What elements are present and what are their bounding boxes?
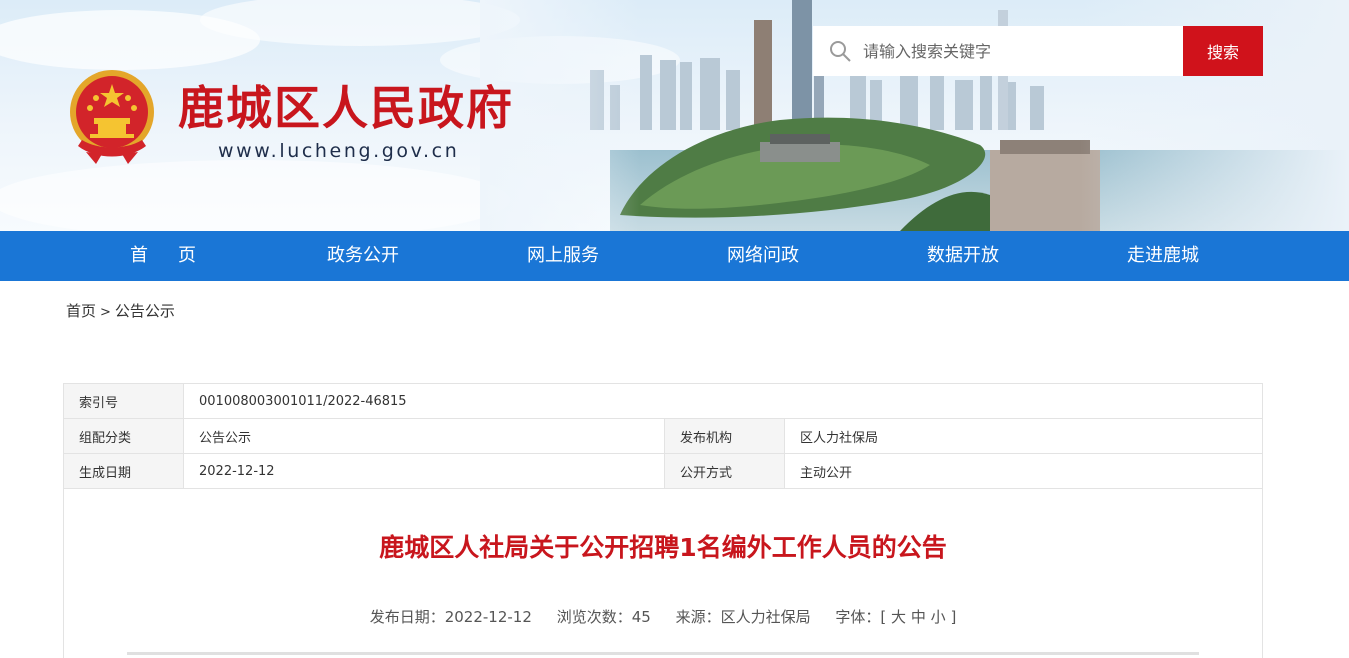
nav-item-open-data[interactable]: 数据开放 — [863, 231, 1063, 281]
source-label: 来源： — [675, 608, 721, 626]
nav-item-about-lucheng[interactable]: 走进鹿城 — [1063, 231, 1263, 281]
site-title: 鹿城区人民政府 — [178, 81, 514, 135]
article-divider — [127, 652, 1199, 655]
publish-date-value: 2022-12-12 — [444, 608, 532, 626]
breadcrumb-current-link[interactable]: 公告公示 — [115, 302, 175, 320]
meta-value-date: 2022-12-12 — [183, 453, 665, 489]
nav-item-online-services[interactable]: 网上服务 — [463, 231, 663, 281]
meta-key-category: 组配分类 — [63, 418, 184, 454]
search-button[interactable]: 搜索 — [1183, 26, 1263, 76]
national-emblem-icon — [70, 70, 154, 164]
font-size-label: 字体： — [835, 608, 881, 626]
article-title: 鹿城区人社局关于公开招聘1名编外工作人员的公告 — [379, 533, 947, 562]
document-meta-table: 索引号 001008003001011/2022-46815 组配分类 公告公示… — [63, 383, 1263, 489]
article-container: 鹿城区人社局关于公开招聘1名编外工作人员的公告 发布日期：2022-12-12 … — [63, 488, 1263, 658]
view-count-label: 浏览次数： — [556, 608, 632, 626]
meta-key-method: 公开方式 — [664, 453, 785, 489]
meta-value-category: 公告公示 — [183, 418, 665, 454]
nav-item-online-inquiry[interactable]: 网络问政 — [663, 231, 863, 281]
source-value: 区人力社保局 — [720, 608, 811, 626]
font-bracket-open: [ — [880, 608, 887, 626]
article-info: 发布日期：2022-12-12 浏览次数：45 来源：区人力社保局 字体：[ 大… — [64, 606, 1262, 627]
meta-value-method: 主动公开 — [784, 453, 1263, 489]
main-nav: 首页 政务公开 网上服务 网络问政 数据开放 走进鹿城 — [0, 231, 1349, 281]
breadcrumb: 首页 > 公告公示 — [66, 300, 175, 321]
breadcrumb-home-link[interactable]: 首页 — [66, 302, 96, 320]
font-bracket-close: ] — [950, 608, 957, 626]
site-url: www.lucheng.gov.cn — [218, 140, 460, 162]
meta-value-publisher: 区人力社保局 — [784, 418, 1263, 454]
meta-key-date: 生成日期 — [63, 453, 184, 489]
font-size-small-button[interactable]: 小 — [931, 608, 946, 626]
view-count-value: 45 — [631, 608, 651, 626]
font-size-medium-button[interactable]: 中 — [911, 608, 926, 626]
meta-key-index: 索引号 — [63, 383, 184, 419]
meta-value-index: 001008003001011/2022-46815 — [183, 383, 1263, 419]
table-row: 组配分类 公告公示 发布机构 区人力社保局 — [63, 418, 1263, 454]
breadcrumb-separator: > — [100, 305, 111, 320]
table-row: 索引号 001008003001011/2022-46815 — [63, 383, 1263, 419]
search-box — [813, 26, 1183, 76]
font-size-large-button[interactable]: 大 — [891, 608, 906, 626]
nav-item-home[interactable]: 首页 — [63, 231, 263, 281]
table-row: 生成日期 2022-12-12 公开方式 主动公开 — [63, 453, 1263, 489]
meta-key-publisher: 发布机构 — [664, 418, 785, 454]
nav-item-government-affairs[interactable]: 政务公开 — [263, 231, 463, 281]
search-icon — [830, 41, 851, 62]
publish-date-label: 发布日期： — [369, 608, 445, 626]
search-input[interactable] — [859, 26, 1177, 76]
header-banner: 鹿城区人民政府 www.lucheng.gov.cn 搜索 — [0, 0, 1349, 231]
